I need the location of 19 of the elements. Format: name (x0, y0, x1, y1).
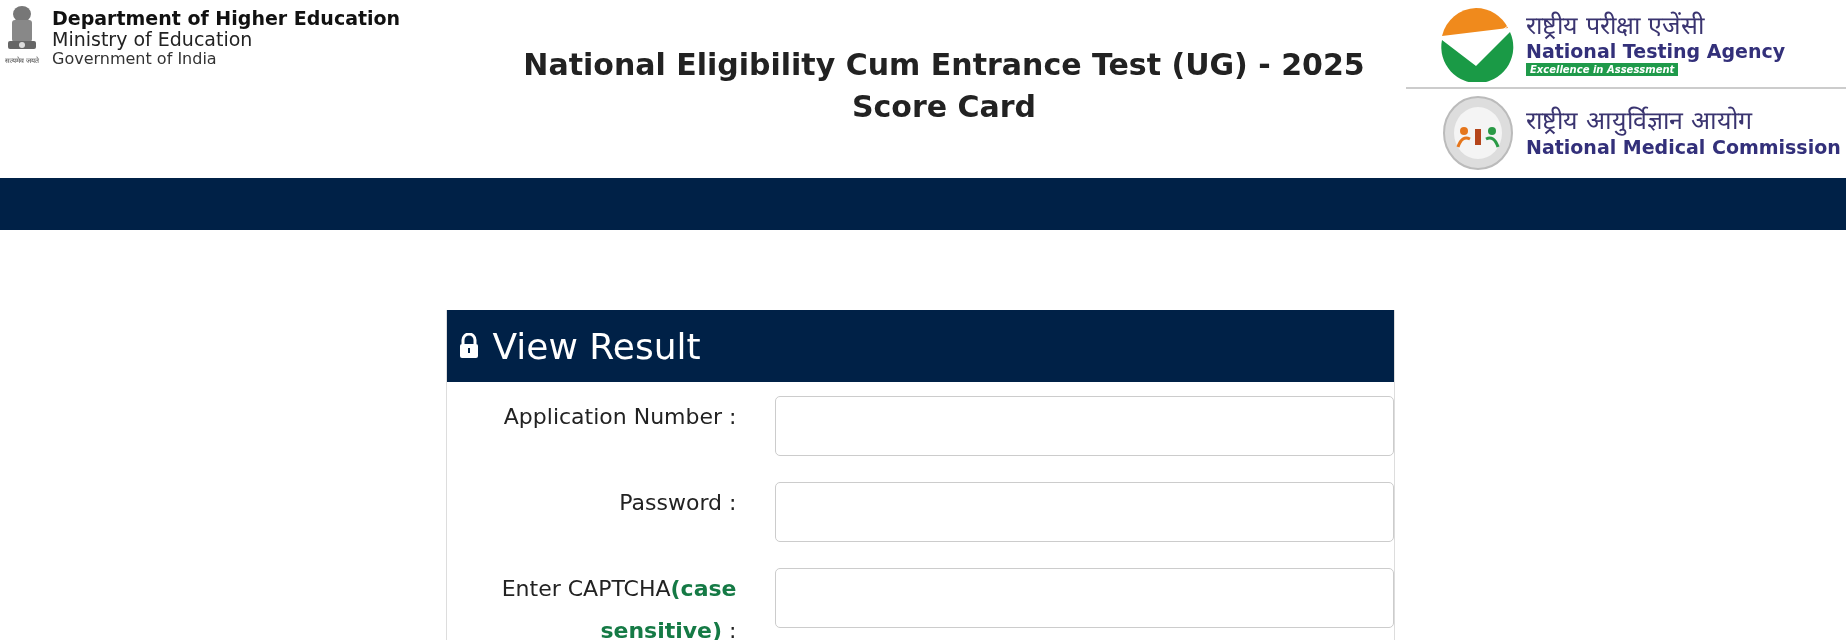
department-name: Department of Higher Education (52, 8, 401, 29)
government-name: Government of India (52, 49, 218, 68)
page-title: National Eligibility Cum Entrance Test (UG) - 2025 (523, 46, 1365, 84)
input-field[interactable] (774, 482, 1394, 542)
nta-tagline: Excellence in Assessment (1526, 63, 1679, 77)
nta-hindi-name: राष्ट्रीय परीक्षा एजेंसी (1526, 11, 1706, 41)
input-field[interactable] (774, 568, 1394, 628)
medical-seal-icon (1442, 95, 1514, 171)
nmc-hindi-name: राष्ट्रीय आयुर्विज्ञान आयोग (1526, 107, 1754, 136)
input-field[interactable] (774, 396, 1394, 456)
ministry-name: Ministry of Education (52, 28, 253, 50)
card-title: View Result (492, 325, 701, 367)
checkmark-circle-icon (1438, 6, 1514, 82)
nmc-name: National Medical Commission (1526, 135, 1841, 159)
field-label: Application Number : (502, 403, 737, 431)
padlock-icon (458, 333, 479, 359)
page-title: Score Card (851, 88, 1037, 126)
field-label: Password : (618, 489, 737, 517)
nta-name: National Testing Agency (1526, 40, 1786, 64)
